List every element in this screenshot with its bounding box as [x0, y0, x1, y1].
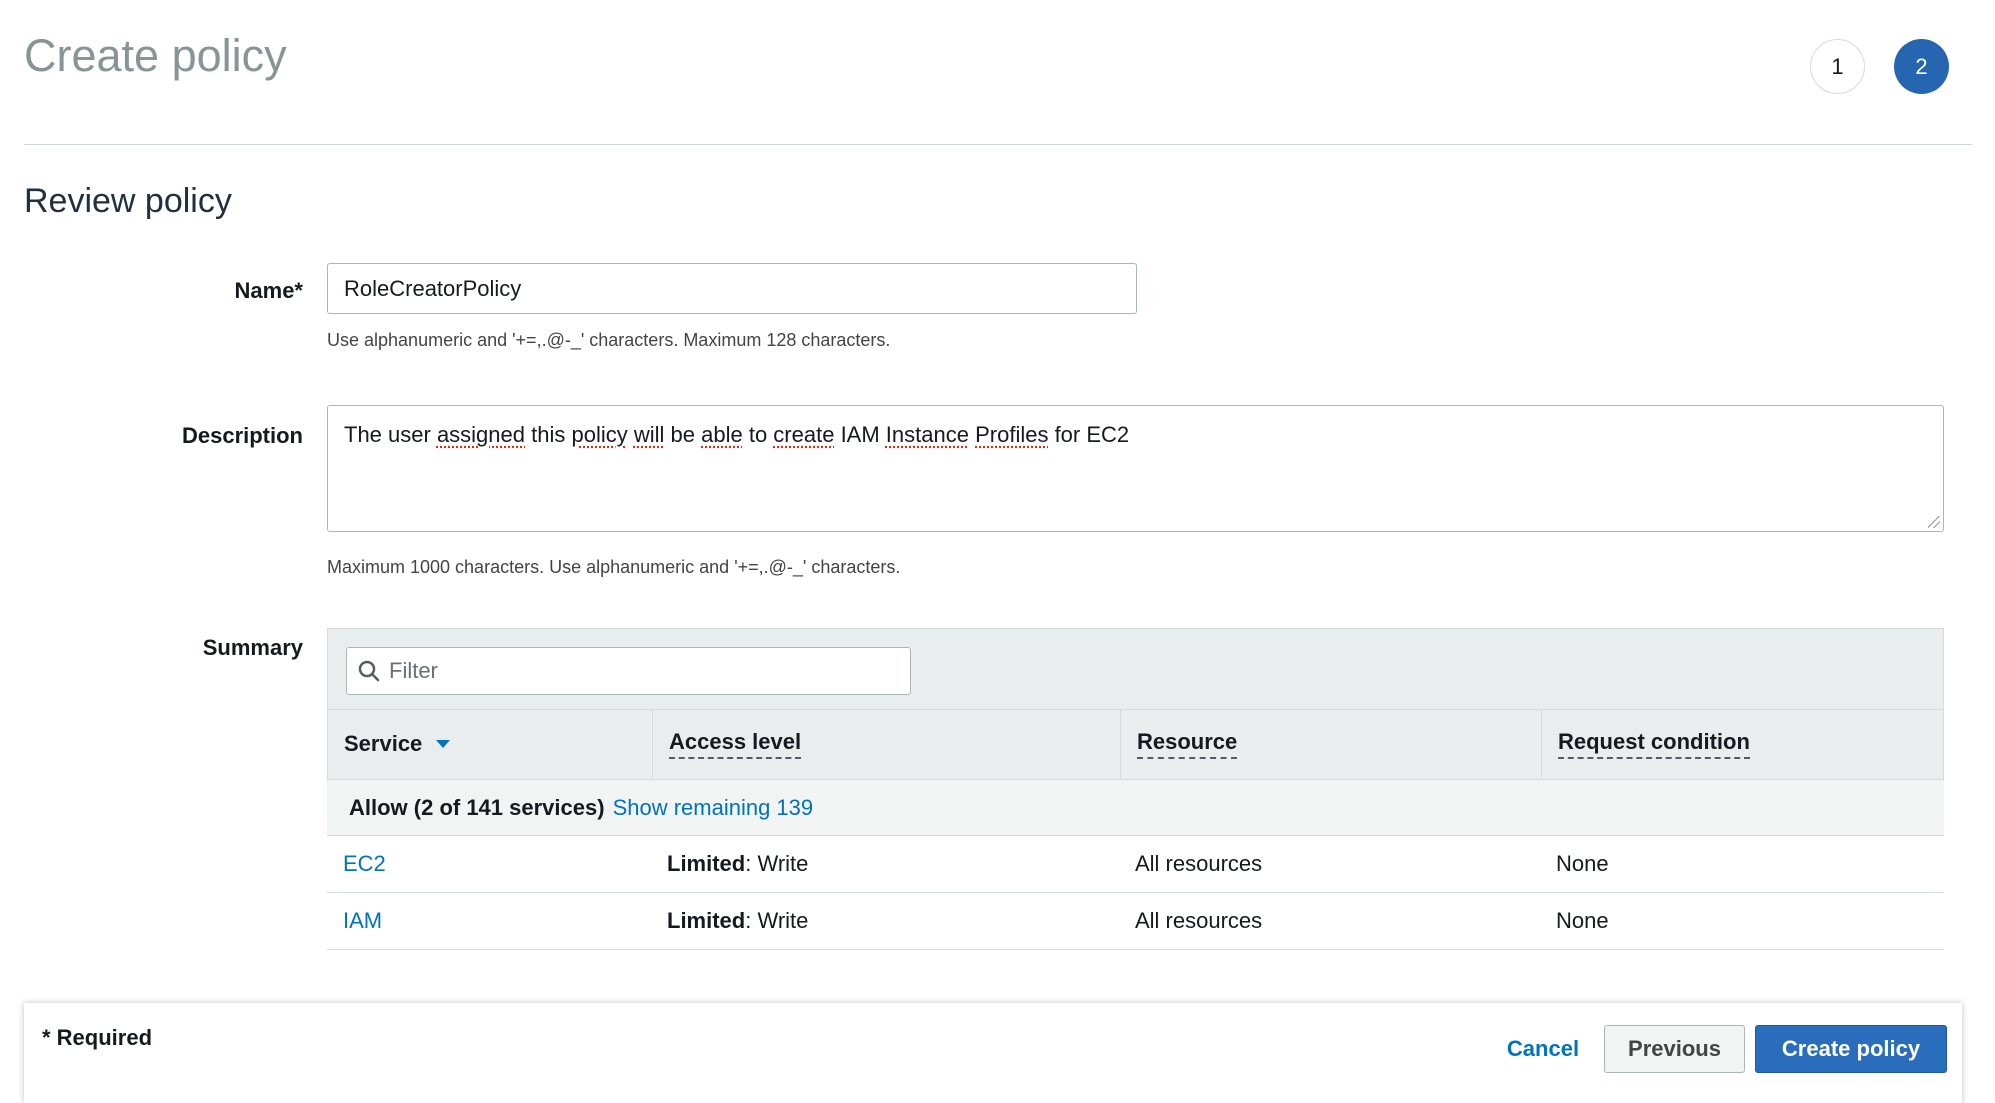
previous-button[interactable]: Previous	[1604, 1025, 1745, 1073]
page-title: Create policy	[24, 30, 287, 81]
filter-bar: Filter	[327, 628, 1944, 710]
name-label: Name*	[234, 278, 303, 303]
col-resource[interactable]: Resource	[1120, 710, 1541, 778]
description-hint: Maximum 1000 characters. Use alphanumeri…	[327, 557, 901, 577]
table-row: EC2 Limited: Write All resources None	[327, 836, 1944, 893]
condition-cell: None	[1556, 908, 1609, 933]
allow-group-row: Allow (2 of 141 services) Show remaining…	[327, 780, 1944, 836]
resource-cell: All resources	[1135, 851, 1263, 876]
filter-placeholder: Filter	[389, 658, 438, 683]
col-service-label: Service	[344, 731, 423, 756]
summary-label: Summary	[202, 635, 303, 660]
condition-cell: None	[1556, 851, 1609, 876]
table-header: Service Access level Resource Request co…	[327, 710, 1944, 780]
access-level-cell: Limited: Write	[667, 851, 809, 876]
col-access-level[interactable]: Access level	[652, 710, 1120, 778]
col-request-condition[interactable]: Request condition	[1541, 710, 1945, 778]
description-label: Description	[181, 423, 303, 448]
resource-cell: All resources	[1135, 908, 1263, 933]
header-divider	[24, 144, 1972, 145]
description-text: The user assigned this policy will be ab…	[344, 422, 1130, 447]
access-level-cell: Limited: Write	[667, 908, 809, 933]
summary-table: Filter Service Access level Resource Req…	[327, 628, 1944, 950]
step-1-indicator: 1	[1810, 39, 1865, 94]
required-note: * Required	[42, 1025, 153, 1050]
col-service[interactable]: Service	[328, 710, 652, 778]
name-hint: Use alphanumeric and '+=,.@-_' character…	[327, 330, 891, 350]
section-title: Review policy	[24, 182, 232, 220]
service-link-ec2[interactable]: EC2	[343, 836, 386, 892]
create-policy-button[interactable]: Create policy	[1755, 1025, 1947, 1073]
service-link-iam[interactable]: IAM	[343, 893, 382, 949]
footer-bar: * Required Cancel Previous Create policy	[24, 1003, 1962, 1103]
col-request-condition-label: Request condition	[1558, 729, 1750, 759]
sort-caret-icon	[436, 740, 451, 748]
description-textarea[interactable]: The user assigned this policy will be ab…	[327, 405, 1944, 532]
allow-group-label: Allow (2 of 141 services)	[349, 794, 605, 820]
cancel-button[interactable]: Cancel	[1493, 1025, 1593, 1073]
step-2-indicator: 2	[1894, 39, 1949, 94]
col-access-level-label: Access level	[669, 729, 802, 759]
resize-handle[interactable]	[1928, 516, 1940, 528]
filter-input[interactable]: Filter	[346, 647, 911, 695]
name-input[interactable]: RoleCreatorPolicy	[327, 263, 1137, 314]
show-remaining-link[interactable]: Show remaining 139	[613, 795, 814, 821]
col-resource-label: Resource	[1137, 729, 1238, 759]
table-row: IAM Limited: Write All resources None	[327, 893, 1944, 950]
search-icon	[358, 660, 380, 682]
